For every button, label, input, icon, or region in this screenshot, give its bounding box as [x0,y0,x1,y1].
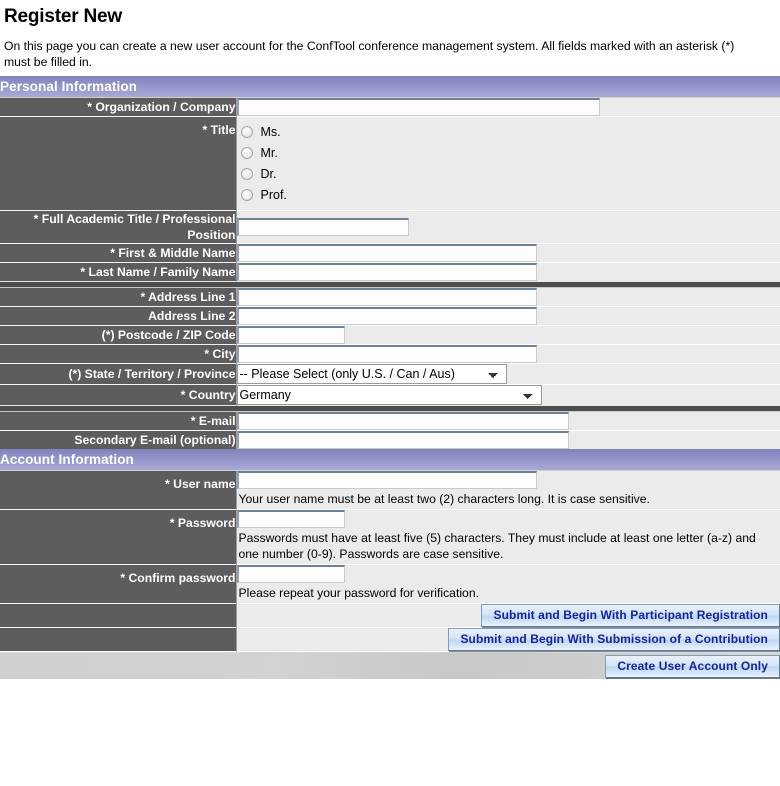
label-organization: * Organization / Company [0,98,236,117]
username-hint: Your user name must be at least two (2) … [237,489,780,509]
row-first-name: * First & Middle Name [0,244,780,263]
title-radio-group: Ms. Mr. Dr. Prof. [237,117,780,210]
section-header-account-information: Account Information [0,449,780,471]
row-footer: Create User Account Only [0,652,780,680]
password-input[interactable] [237,510,345,528]
label-email: * E-mail [0,412,236,431]
cell-academic-title [236,211,780,244]
confirm-password-hint: Please repeat your password for verifica… [237,583,780,603]
secondary-email-input[interactable] [237,431,569,449]
cell-username: Your user name must be at least two (2) … [236,471,780,510]
radio-option-mr[interactable]: Mr. [241,142,780,163]
label-postcode: (*) Postcode / ZIP Code [0,326,236,345]
label-password: * Password [0,510,236,565]
cell-confirm-password: Please repeat your password for verifica… [236,565,780,604]
create-user-account-only-button[interactable]: Create User Account Only [605,655,780,678]
cell-address-line-1 [236,288,780,307]
username-input[interactable] [237,471,537,489]
last-name-input[interactable] [237,263,537,281]
label-last-name: * Last Name / Family Name [0,263,236,282]
row-confirm-password: * Confirm password Please repeat your pa… [0,565,780,604]
state-select[interactable]: -- Please Select (only U.S. / Can / Aus) [237,364,507,384]
city-input[interactable] [237,345,537,363]
cell-password: Passwords must have at least five (5) ch… [236,510,780,565]
first-name-input[interactable] [237,244,537,262]
confirm-password-input[interactable] [237,565,345,583]
cell-submit-participant: Submit and Begin With Participant Regist… [236,604,780,628]
radio-button-icon[interactable] [241,126,253,138]
label-city: * City [0,345,236,364]
row-state: (*) State / Territory / Province -- Plea… [0,364,780,385]
row-country: * Country Germany [0,385,780,406]
label-secondary-email: Secondary E-mail (optional) [0,431,236,450]
section-header-personal-information-label: Personal Information [0,76,780,98]
academic-title-input[interactable] [237,218,409,236]
row-postcode: (*) Postcode / ZIP Code [0,326,780,345]
label-submit-participant-spacer [0,604,236,628]
label-address-line-1: * Address Line 1 [0,288,236,307]
radio-option-ms[interactable]: Ms. [241,121,780,142]
row-title: * Title Ms. Mr. Dr. [0,117,780,211]
label-title: * Title [0,117,236,211]
address-line-1-input[interactable] [237,288,537,306]
row-submit-participant: Submit and Begin With Participant Regist… [0,604,780,628]
row-address-line-1: * Address Line 1 [0,288,780,307]
section-header-account-information-label: Account Information [0,449,780,471]
cell-email [236,412,780,431]
organization-input[interactable] [237,98,600,116]
postcode-input[interactable] [237,326,345,344]
row-academic-title: * Full Academic Title / Professional Pos… [0,211,780,244]
radio-option-prof[interactable]: Prof. [241,184,780,205]
page-title: Register New [4,6,780,28]
label-address-line-2: Address Line 2 [0,307,236,326]
submit-and-begin-submission-of-contribution-button[interactable]: Submit and Begin With Submission of a Co… [448,628,780,651]
cell-submit-contribution: Submit and Begin With Submission of a Co… [236,628,780,652]
label-state: (*) State / Territory / Province [0,364,236,385]
row-city: * City [0,345,780,364]
row-address-line-2: Address Line 2 [0,307,780,326]
radio-label-mr: Mr. [261,146,278,160]
cell-last-name [236,263,780,282]
registration-form: Personal Information * Organization / Co… [0,76,780,679]
register-new-page: Register New On this page you can create… [0,6,780,679]
row-secondary-email: Secondary E-mail (optional) [0,431,780,450]
page-intro-text: On this page you can create a new user a… [4,38,764,70]
cell-title: Ms. Mr. Dr. Prof. [236,117,780,211]
label-academic-title: * Full Academic Title / Professional Pos… [0,211,236,244]
radio-label-prof: Prof. [261,188,287,202]
radio-label-dr: Dr. [261,167,277,181]
label-username: * User name [0,471,236,510]
email-input[interactable] [237,412,569,430]
address-line-2-input[interactable] [237,307,537,325]
row-password: * Password Passwords must have at least … [0,510,780,565]
row-organization: * Organization / Company [0,98,780,117]
cell-address-line-2 [236,307,780,326]
radio-option-dr[interactable]: Dr. [241,163,780,184]
section-header-personal-information: Personal Information [0,76,780,98]
password-hint: Passwords must have at least five (5) ch… [237,528,780,564]
row-submit-contribution: Submit and Begin With Submission of a Co… [0,628,780,652]
radio-button-icon[interactable] [241,189,253,201]
radio-button-icon[interactable] [241,168,253,180]
country-select[interactable]: Germany [237,385,542,405]
label-country: * Country [0,385,236,406]
cell-state: -- Please Select (only U.S. / Can / Aus) [236,364,780,385]
radio-label-ms: Ms. [261,125,281,139]
cell-country: Germany [236,385,780,406]
cell-create-account-only: Create User Account Only [0,652,780,680]
label-first-name: * First & Middle Name [0,244,236,263]
submit-and-begin-participant-registration-button[interactable]: Submit and Begin With Participant Regist… [481,604,780,627]
label-submit-contribution-spacer [0,628,236,652]
row-last-name: * Last Name / Family Name [0,263,780,282]
row-username: * User name Your user name must be at le… [0,471,780,510]
row-email: * E-mail [0,412,780,431]
cell-postcode [236,326,780,345]
cell-first-name [236,244,780,263]
cell-organization [236,98,780,117]
radio-button-icon[interactable] [241,147,253,159]
cell-secondary-email [236,431,780,450]
label-confirm-password: * Confirm password [0,565,236,604]
cell-city [236,345,780,364]
